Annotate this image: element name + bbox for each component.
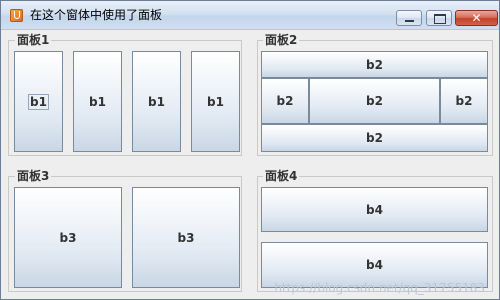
button-label: b1: [207, 94, 224, 109]
button-label: b2: [366, 94, 383, 108]
watermark: https://blog.csdn.net/qq_31755183: [274, 281, 485, 295]
close-icon: ✕: [471, 11, 482, 25]
button-label: b4: [366, 258, 383, 272]
panel-2-south-button[interactable]: b2: [261, 124, 488, 152]
panel-4-title: 面板4: [263, 169, 300, 183]
panel-4-button-1[interactable]: b4: [261, 187, 488, 232]
maximize-icon: [434, 14, 446, 24]
button-label: b1: [28, 93, 49, 110]
button-label: b3: [177, 230, 195, 245]
close-button[interactable]: ✕: [455, 10, 498, 26]
maximize-button[interactable]: [426, 10, 452, 26]
panel-2-north-button[interactable]: b2: [261, 51, 488, 78]
minimize-button[interactable]: [396, 10, 422, 26]
button-label: b2: [366, 131, 383, 145]
panel-1-title: 面板1: [15, 33, 52, 47]
title-bar[interactable]: 在这个窗体中使用了面板 ✕: [1, 1, 499, 30]
panel-1-button-2[interactable]: b1: [73, 51, 122, 152]
app-window: 在这个窗体中使用了面板 ✕ 面板1 b1 b1 b1 b1 面板2 b2 b2 …: [0, 0, 500, 300]
panel-1-button-4[interactable]: b1: [191, 51, 240, 152]
button-label: b2: [455, 94, 473, 108]
java-app-icon: [10, 9, 23, 22]
button-label: b1: [89, 94, 106, 109]
panel-3-button-1[interactable]: b3: [14, 187, 122, 288]
panel-1-button-1[interactable]: b1: [14, 51, 63, 152]
button-label: b2: [276, 94, 294, 108]
panel-3-button-2[interactable]: b3: [132, 187, 240, 288]
panel-1-button-3[interactable]: b1: [132, 51, 181, 152]
minimize-icon: [405, 20, 414, 22]
panel-2-east-button[interactable]: b2: [440, 78, 488, 124]
panel-2-west-button[interactable]: b2: [261, 78, 309, 124]
panel-2-center-button[interactable]: b2: [309, 78, 440, 124]
button-label: b2: [366, 57, 383, 72]
button-label: b4: [366, 202, 383, 217]
button-label: b1: [148, 94, 165, 109]
panel-2-title: 面板2: [263, 33, 300, 47]
button-label: b3: [59, 230, 77, 245]
panel-3-title: 面板3: [15, 169, 52, 183]
window-title: 在这个窗体中使用了面板: [30, 8, 163, 22]
